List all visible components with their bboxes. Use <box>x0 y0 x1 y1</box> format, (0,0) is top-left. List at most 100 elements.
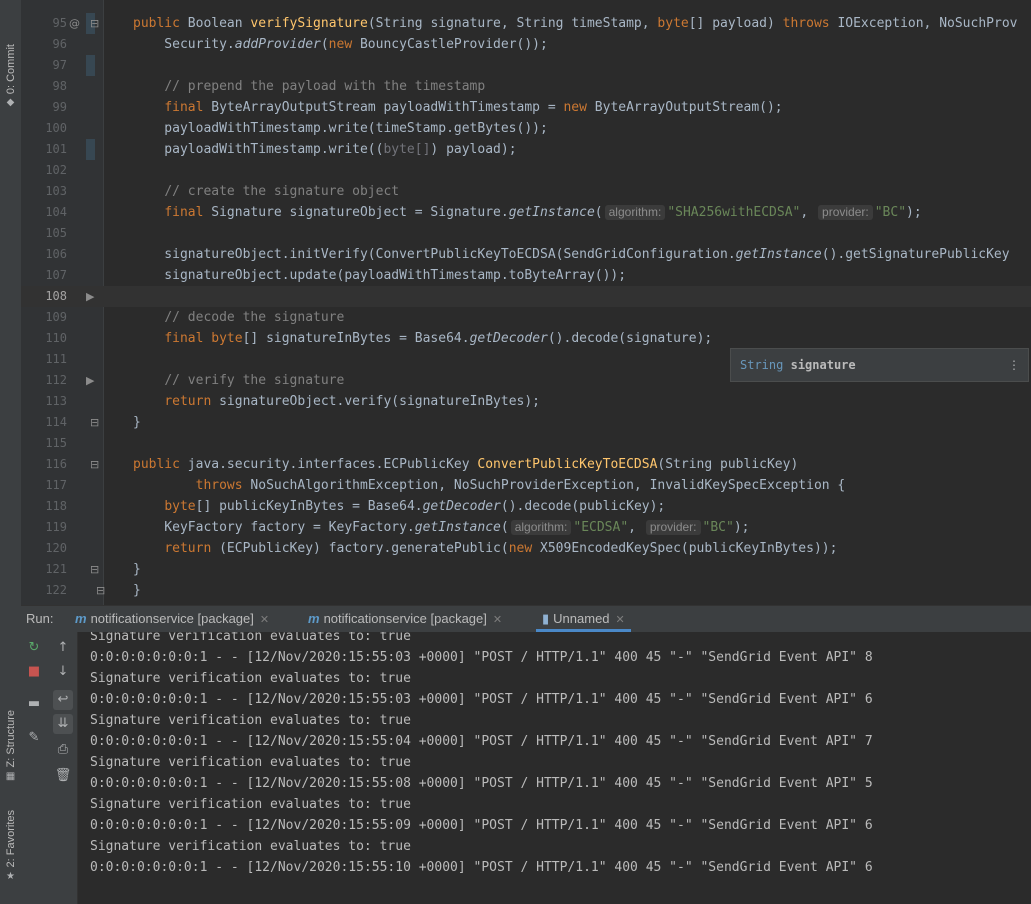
code-text: public java.security.interfaces.ECPublic… <box>133 457 799 472</box>
layout-icon[interactable]: ▬ <box>24 694 44 714</box>
code-line[interactable]: 116 public java.security.interfaces.ECPub… <box>21 454 1031 475</box>
run-tab-2[interactable]: m notificationservice [package] ✕ <box>302 606 508 632</box>
code-line[interactable]: 108 <box>21 286 1031 307</box>
run-tab-1[interactable]: m notificationservice [package] ✕ <box>69 606 275 632</box>
code-text: return (ECPublicKey) factory.generatePub… <box>164 541 838 556</box>
commit-icon: ◆ <box>6 97 15 109</box>
arrow-down-icon[interactable]: ↓ <box>53 662 73 682</box>
code-line[interactable]: 103 // create the signature object <box>21 181 1031 202</box>
vcs-change-marker[interactable] <box>86 55 95 76</box>
code-line[interactable]: 101 payloadWithTimestamp.write((byte[]) … <box>21 139 1031 160</box>
run-config-icon: ▮ <box>542 612 550 627</box>
code-line[interactable]: 100 payloadWithTimestamp.write(timeStamp… <box>21 118 1031 139</box>
console-line: Signature verification evaluates to: tru… <box>90 671 411 686</box>
pin-icon[interactable]: ✎ <box>24 728 44 748</box>
run-tab-label: notificationservice [package] <box>323 611 487 626</box>
fold-icon[interactable]: ⊟ <box>90 13 99 34</box>
line-number: 112 <box>45 373 67 387</box>
code-line[interactable]: 122} <box>21 580 1031 601</box>
code-text: final ByteArrayOutputStream payloadWithT… <box>164 100 783 115</box>
code-line[interactable]: 119 KeyFactory factory = KeyFactory.getI… <box>21 517 1031 538</box>
code-line[interactable]: 109 // decode the signature <box>21 307 1031 328</box>
code-line[interactable]: 95 public Boolean verifySignature(String … <box>21 13 1031 34</box>
code-line[interactable]: 110 final byte[] signatureInBytes = Base… <box>21 328 1031 349</box>
more-options-icon[interactable]: ⋮ <box>1008 349 1020 381</box>
code-line[interactable]: 117 throws NoSuchAlgorithmException, NoS… <box>21 475 1031 496</box>
code-text: payloadWithTimestamp.write(timeStamp.get… <box>133 121 548 136</box>
line-number: 108 <box>45 289 67 303</box>
fold-icon[interactable]: ⊟ <box>90 559 99 580</box>
breakpoint-arrow-icon[interactable]: ▶ <box>86 286 94 307</box>
line-number: 97 <box>52 58 67 72</box>
close-tab-icon[interactable]: ✕ <box>493 614 502 626</box>
star-icon: ★ <box>6 870 15 882</box>
code-line[interactable]: 106 signatureObject.initVerify(ConvertPu… <box>21 244 1031 265</box>
arrow-up-icon[interactable]: ↑ <box>53 638 73 658</box>
left-tool-strip: 0: Commit ◆ Z: Structure ▦ 2: Favorites … <box>0 0 22 904</box>
code-line[interactable]: 97 <box>21 55 1031 76</box>
line-number: 100 <box>45 121 67 135</box>
parameter-info-tooltip: String signature ⋮ <box>730 348 1029 382</box>
line-number: 114 <box>45 415 67 429</box>
code-line[interactable]: 115 <box>21 433 1031 454</box>
line-number: 119 <box>45 520 67 534</box>
run-tab-label: Unnamed <box>553 611 610 626</box>
override-annotation-icon[interactable]: @ <box>69 13 80 34</box>
code-text: signatureObject.update(payloadWithTimest… <box>133 268 627 283</box>
fold-icon[interactable]: ⊟ <box>90 412 99 433</box>
code-text: } <box>133 562 141 577</box>
print-icon[interactable]: ⎙ <box>53 740 73 760</box>
structure-icon: ▦ <box>5 770 16 782</box>
code-line[interactable]: 102 <box>21 160 1031 181</box>
code-text: KeyFactory factory = KeyFactory.getInsta… <box>133 520 750 535</box>
console-line: Signature verification evaluates to: tru… <box>90 713 411 728</box>
code-text: return signatureObject.verify(signatureI… <box>164 394 541 409</box>
fold-icon[interactable]: ⊟ <box>90 454 99 475</box>
code-line[interactable]: 120 return (ECPublicKey) factory.generat… <box>21 538 1031 559</box>
close-tab-icon[interactable]: ✕ <box>260 614 269 626</box>
console-line: Signature verification evaluates to: tru… <box>90 839 411 854</box>
code-line[interactable]: 121} <box>21 559 1031 580</box>
line-number: 113 <box>45 394 67 408</box>
console-line: 0:0:0:0:0:0:0:1 - - [12/Nov/2020:15:55:0… <box>90 734 873 749</box>
commit-tab-label: 0: Commit <box>4 43 17 95</box>
structure-tool-tab[interactable]: Z: Structure ▦ <box>0 705 21 787</box>
stop-icon[interactable]: ■ <box>24 662 44 682</box>
line-number: 103 <box>45 184 67 198</box>
code-editor[interactable]: 95 public Boolean verifySignature(String … <box>21 0 1031 605</box>
scroll-to-end-icon[interactable]: ⇊ <box>53 714 73 734</box>
code-line[interactable]: 98 // prepend the payload with the times… <box>21 76 1031 97</box>
line-number: 101 <box>45 142 67 156</box>
code-line[interactable]: 105 <box>21 223 1031 244</box>
favorites-tool-tab[interactable]: 2: Favorites ★ <box>0 805 21 887</box>
vcs-change-marker[interactable] <box>86 139 95 160</box>
run-tab-3[interactable]: ▮ Unnamed ✕ <box>536 606 631 632</box>
code-line[interactable]: 113 return signatureObject.verify(signat… <box>21 391 1031 412</box>
line-number: 104 <box>45 205 67 219</box>
console-line: 0:0:0:0:0:0:0:1 - - [12/Nov/2020:15:55:0… <box>90 818 873 833</box>
close-tab-icon[interactable]: ✕ <box>616 614 625 626</box>
breakpoint-arrow-icon[interactable]: ▶ <box>86 370 94 391</box>
code-line[interactable]: 99 final ByteArrayOutputStream payloadWi… <box>21 97 1031 118</box>
code-line[interactable]: 114} <box>21 412 1031 433</box>
trash-icon[interactable]: 🗑 <box>53 766 73 786</box>
tooltip-param-name: signature <box>790 358 856 372</box>
code-line[interactable]: 104 final Signature signatureObject = Si… <box>21 202 1031 223</box>
console-line: 0:0:0:0:0:0:0:1 - - [12/Nov/2020:15:55:0… <box>90 692 873 707</box>
commit-tool-tab[interactable]: 0: Commit ◆ <box>0 38 21 114</box>
run-tab-label: notificationservice [package] <box>90 611 254 626</box>
code-line[interactable]: 118 byte[] publicKeyInBytes = Base64.get… <box>21 496 1031 517</box>
fold-icon[interactable]: ⊟ <box>96 580 105 601</box>
code-text: // prepend the payload with the timestam… <box>164 79 486 94</box>
code-text: } <box>133 415 141 430</box>
console-line: 0:0:0:0:0:0:0:1 - - [12/Nov/2020:15:55:1… <box>90 860 873 875</box>
code-line[interactable]: 96 Security.addProvider(new BouncyCastle… <box>21 34 1031 55</box>
console-output[interactable]: Signature verification evaluates to: tru… <box>78 632 1031 904</box>
code-text: signatureObject.initVerify(ConvertPublic… <box>133 247 1010 262</box>
run-panel-header: Run: m notificationservice [package] ✕ m no… <box>21 605 1031 633</box>
code-line[interactable]: 107 signatureObject.update(payloadWithTi… <box>21 265 1031 286</box>
soft-wrap-icon[interactable]: ↩ <box>53 690 73 710</box>
code-text: // create the signature object <box>164 184 400 199</box>
code-text: byte[] publicKeyInBytes = Base64.getDeco… <box>164 499 666 514</box>
rerun-icon[interactable]: ↻ <box>24 638 44 658</box>
